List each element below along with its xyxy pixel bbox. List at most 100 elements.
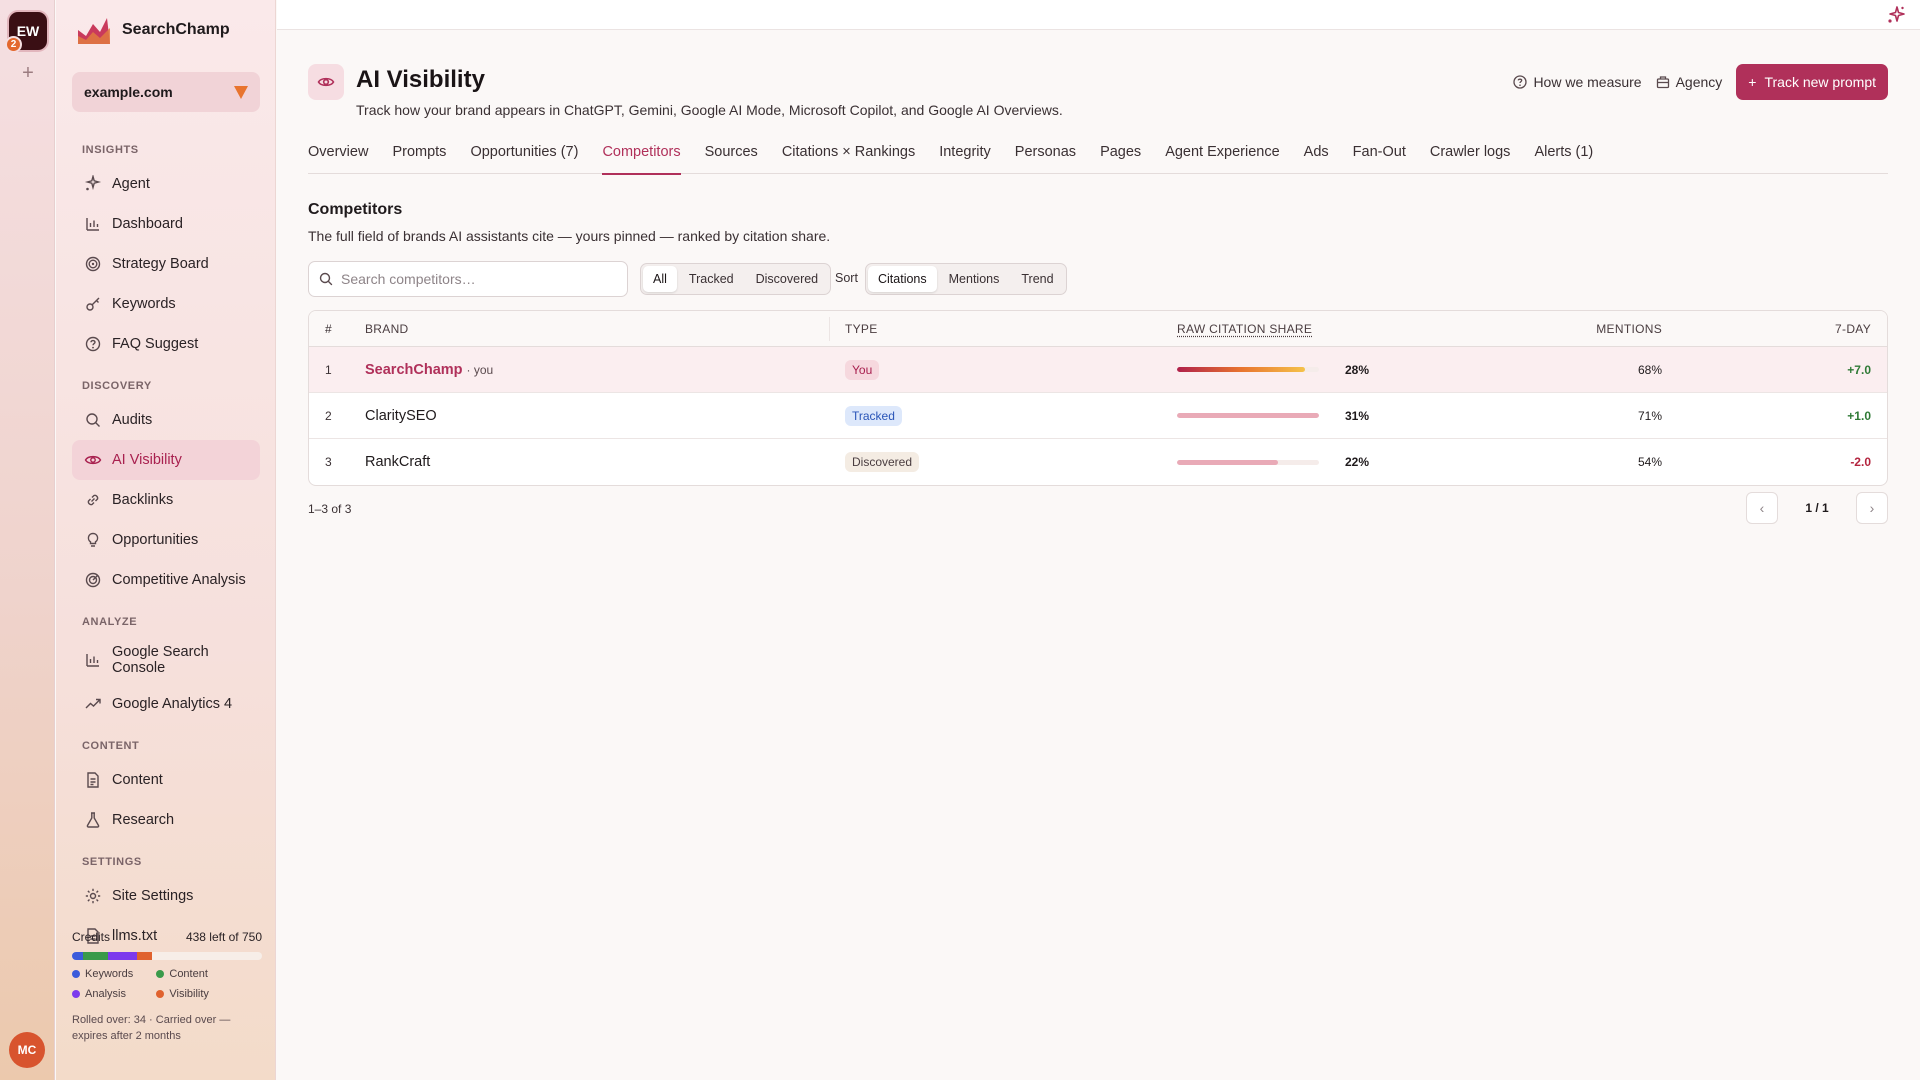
- search-box[interactable]: [308, 261, 628, 297]
- faq-suggest-icon: [85, 336, 101, 352]
- col-header-num: #: [325, 321, 332, 336]
- search-input[interactable]: [341, 271, 601, 287]
- next-page-button[interactable]: ›: [1856, 492, 1888, 524]
- sidebar-item-strategy-board[interactable]: Strategy Board: [72, 244, 260, 284]
- sidebar-item-agent[interactable]: Agent: [72, 164, 260, 204]
- pagination: ‹ 1 / 1 ›: [1746, 492, 1888, 524]
- tab-ads[interactable]: Ads: [1304, 144, 1329, 174]
- prev-page-button[interactable]: ‹: [1746, 492, 1778, 524]
- tab-integrity[interactable]: Integrity: [939, 144, 991, 174]
- col-header-share[interactable]: RAW CITATION SHARE: [1177, 322, 1312, 336]
- eye-icon: [308, 64, 344, 100]
- nav-section-gap: [72, 600, 260, 612]
- table-row[interactable]: 1 SearchChamp · you You 28% 68% +7.0: [309, 347, 1887, 393]
- tab-citations-rankings[interactable]: Citations × Rankings: [782, 144, 915, 174]
- sidebar-item-competitive-analysis[interactable]: Competitive Analysis: [72, 560, 260, 600]
- sidebar-item-label: Site Settings: [112, 888, 194, 904]
- sort-label: Sort: [835, 271, 858, 285]
- row-share: 22%: [1177, 455, 1369, 469]
- sidebar-item-label: Content: [112, 772, 163, 788]
- share-value: 31%: [1345, 408, 1370, 423]
- tab-prompts[interactable]: Prompts: [392, 144, 446, 174]
- col-header-mentions[interactable]: MENTIONS: [1596, 322, 1662, 336]
- sidebar-item-opportunities[interactable]: Opportunities: [72, 520, 260, 560]
- workspace-notification-badge: 2: [5, 36, 22, 53]
- nav-section-gap: [72, 840, 260, 852]
- row-mentions: 54%: [1637, 455, 1662, 469]
- sidebar-item-label: Backlinks: [112, 492, 174, 508]
- tab-crawler-logs[interactable]: Crawler logs: [1430, 144, 1511, 174]
- tab-sources[interactable]: Sources: [705, 144, 758, 174]
- table-row[interactable]: 2 ClaritySEO Tracked 31% 71% +1.0: [309, 393, 1887, 439]
- filter-discovered[interactable]: Discovered: [746, 266, 829, 292]
- sidebar-item-content[interactable]: Content: [72, 760, 260, 800]
- filter-tracked[interactable]: Tracked: [679, 266, 744, 292]
- sort-citations[interactable]: Citations: [868, 266, 937, 292]
- how-we-measure-label: How we measure: [1533, 74, 1642, 90]
- building-icon: [1656, 76, 1669, 89]
- credits-remaining: 438 left of 750: [185, 930, 262, 944]
- sidebar-item-label: Google Analytics 4: [112, 696, 233, 712]
- sidebar-item-keywords[interactable]: Keywords: [72, 284, 260, 324]
- share-bar-fill: [1177, 459, 1278, 465]
- type-badge: Discovered: [845, 452, 920, 472]
- credits-note: Rolled over: 34 · Carried over — expires…: [72, 1014, 231, 1042]
- row-brand[interactable]: SearchChamp · you: [365, 362, 493, 378]
- row-share: 31%: [1177, 409, 1369, 423]
- sort-trend[interactable]: Trend: [1011, 266, 1063, 292]
- legend-analysis: Analysis: [72, 988, 146, 1000]
- legend-visibility: Visibility: [156, 988, 222, 1000]
- sort-group: Citations Mentions Trend: [865, 263, 1067, 295]
- sidebar-item-dashboard[interactable]: Dashboard: [72, 204, 260, 244]
- row-type: Tracked: [845, 405, 902, 426]
- sidebar-item-google-analytics-4[interactable]: Google Analytics 4: [72, 684, 260, 724]
- filter-all[interactable]: All: [643, 266, 677, 292]
- tab-personas[interactable]: Personas: [1015, 144, 1076, 174]
- sidebar-item-label: Audits: [112, 412, 153, 428]
- agency-button[interactable]: Agency: [1656, 74, 1722, 90]
- sidebar-item-google-search-console[interactable]: Google Search Console: [72, 636, 260, 684]
- tab-agent-experience[interactable]: Agent Experience: [1165, 144, 1279, 174]
- sparkle-assistant-icon[interactable]: [1886, 5, 1906, 25]
- row-brand[interactable]: ClaritySEO: [365, 408, 441, 424]
- sidebar-item-audits[interactable]: Audits: [72, 400, 260, 440]
- sidebar-nav: INSIGHTS Agent Dashboard Strategy Board Keyw…: [72, 140, 260, 956]
- track-new-prompt-button[interactable]: + Track new prompt: [1736, 64, 1888, 100]
- sidebar-item-site-settings[interactable]: Site Settings: [72, 876, 260, 916]
- nav-section-gap: [72, 364, 260, 376]
- credits-label: Credits: [72, 930, 111, 944]
- row-share: 28%: [1177, 363, 1369, 377]
- add-workspace-button[interactable]: +: [17, 62, 39, 84]
- row-type: Discovered: [845, 452, 920, 472]
- how-we-measure-button[interactable]: How we measure: [1513, 74, 1642, 90]
- col-header-trend[interactable]: 7-DAY: [1835, 322, 1871, 336]
- share-value: 28%: [1345, 362, 1370, 377]
- share-bar: [1177, 367, 1319, 372]
- tab-competitors[interactable]: Competitors: [602, 144, 681, 175]
- table-row[interactable]: 3 RankCraft Discovered 22% 54% -2.0: [309, 439, 1887, 485]
- sort-mentions[interactable]: Mentions: [939, 266, 1010, 292]
- sidebar-item-backlinks[interactable]: Backlinks: [72, 480, 260, 520]
- sidebar-item-research[interactable]: Research: [72, 800, 260, 840]
- sidebar-item-label: Google Search Console: [112, 644, 209, 676]
- share-bar-fill: [1177, 413, 1319, 418]
- col-header-type[interactable]: TYPE: [845, 322, 878, 336]
- tab-fan-out[interactable]: Fan-Out: [1353, 144, 1406, 174]
- competitors-table: # BRAND TYPE RAW CITATION SHARE MENTIONS…: [308, 310, 1888, 486]
- tab-alerts-1[interactable]: Alerts (1): [1534, 144, 1593, 174]
- sidebar-item-ai-visibility[interactable]: AI Visibility: [72, 440, 260, 480]
- tab-opportunities-7[interactable]: Opportunities (7): [470, 144, 578, 174]
- row-brand[interactable]: RankCraft: [365, 454, 434, 470]
- content-icon: [87, 772, 99, 788]
- tab-overview[interactable]: Overview: [308, 144, 368, 174]
- tab-pages[interactable]: Pages: [1100, 144, 1141, 174]
- sidebar-item-faq-suggest[interactable]: FAQ Suggest: [72, 324, 260, 364]
- site-selector[interactable]: example.com: [72, 72, 260, 112]
- you-tag: · you: [466, 362, 494, 377]
- brand[interactable]: SearchChamp: [76, 14, 230, 46]
- search-icon: [319, 272, 333, 286]
- type-badge: You: [845, 359, 880, 380]
- strategy-board-icon: [85, 256, 101, 272]
- user-avatar[interactable]: MC: [9, 1032, 45, 1068]
- col-header-brand[interactable]: BRAND: [365, 322, 409, 336]
